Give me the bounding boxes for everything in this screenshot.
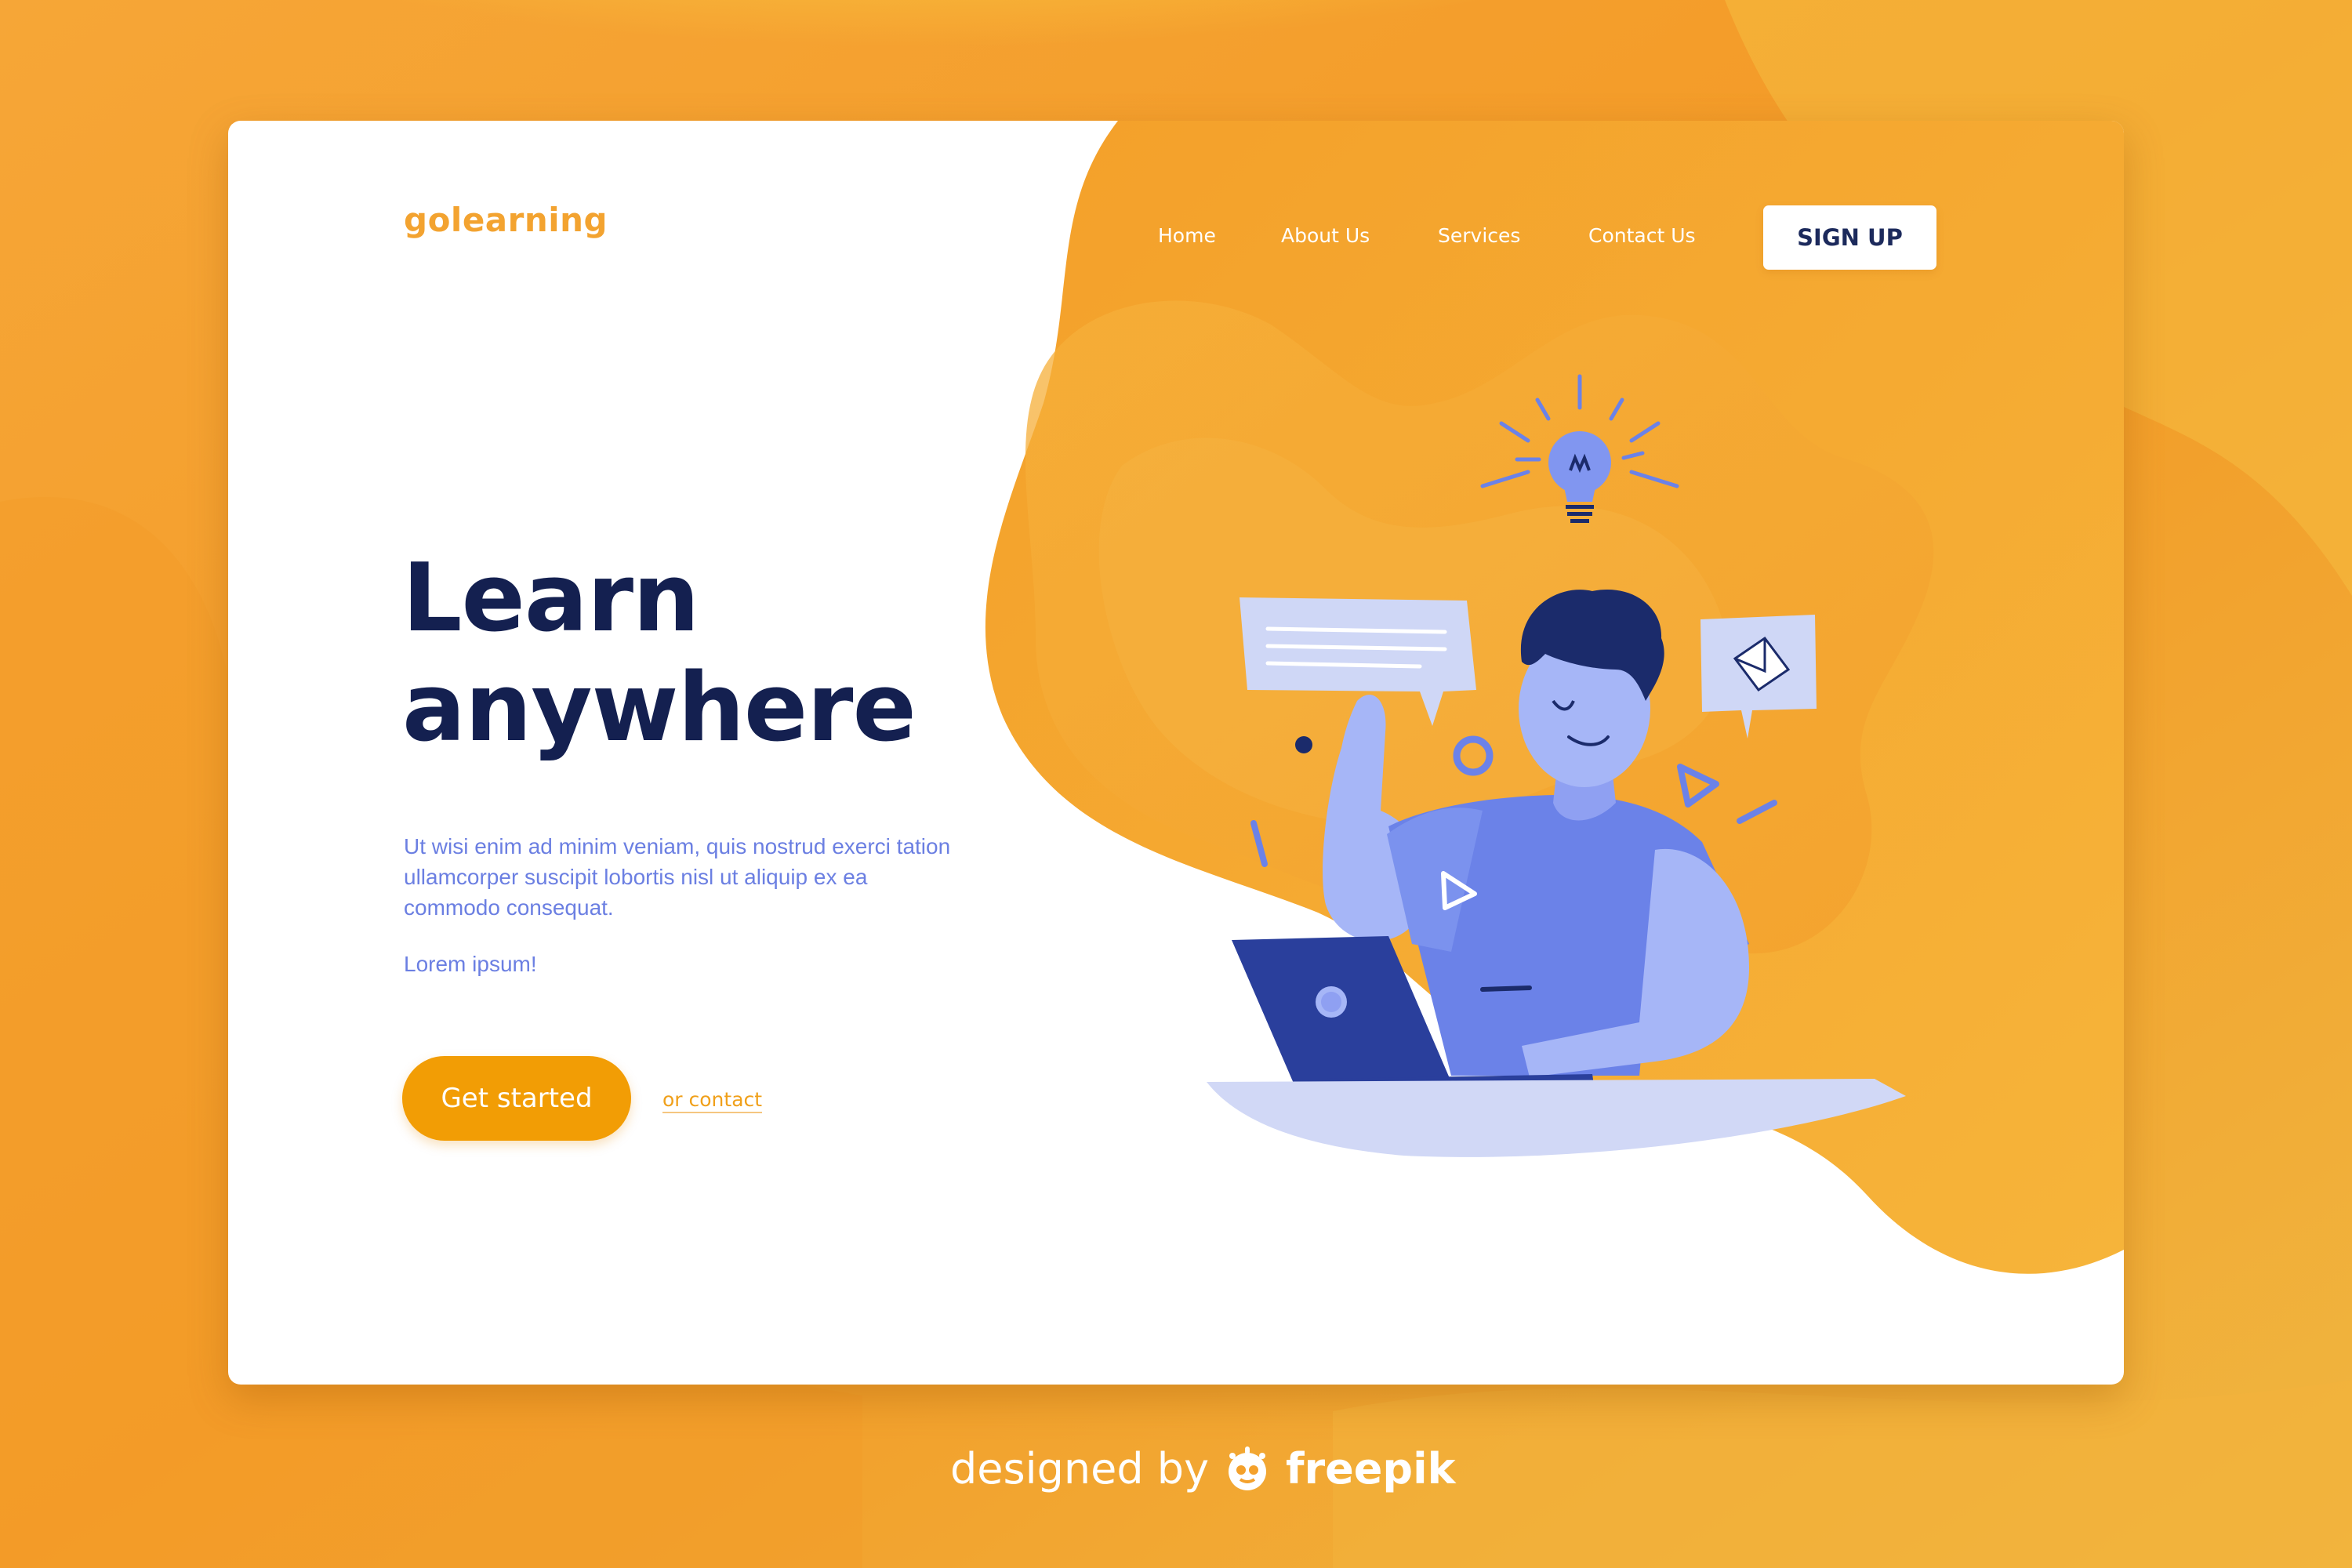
nav-services[interactable]: Services bbox=[1438, 224, 1520, 247]
nav-about-us[interactable]: About Us bbox=[1281, 224, 1370, 247]
landing-card: golearning Home About Us Services Contac… bbox=[228, 121, 2124, 1385]
contact-link[interactable]: or contact bbox=[662, 1088, 763, 1113]
nav-contact-us[interactable]: Contact Us bbox=[1588, 224, 1696, 247]
brand-logo[interactable]: golearning bbox=[404, 201, 608, 239]
freepik-brand[interactable]: freepik bbox=[1286, 1444, 1455, 1494]
hero-title-line-1: Learn bbox=[402, 544, 699, 653]
nav-home[interactable]: Home bbox=[1158, 224, 1216, 247]
footer-credit: designed by freepik bbox=[950, 1444, 1456, 1494]
get-started-button[interactable]: Get started bbox=[402, 1056, 631, 1141]
hero-description: Ut wisi enim ad minim veniam, quis nostr… bbox=[404, 834, 951, 920]
designed-by-label: designed by bbox=[950, 1444, 1210, 1494]
sign-up-button[interactable]: SIGN UP bbox=[1763, 205, 1936, 270]
hero-title-line-2: anywhere bbox=[402, 654, 916, 763]
freepik-logo-icon bbox=[1229, 1446, 1267, 1490]
hero-tagline: Lorem ipsum! bbox=[404, 952, 537, 976]
hero-title: Learn anywhere bbox=[402, 544, 916, 764]
